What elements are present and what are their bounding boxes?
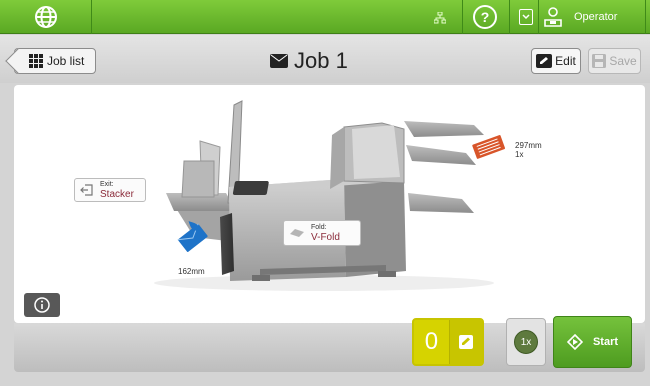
job-header: Job list Job 1 Edit Save bbox=[0, 35, 650, 83]
fold-label: Fold: bbox=[311, 223, 327, 231]
exit-label: Exit: bbox=[100, 180, 114, 188]
edit-button[interactable]: Edit bbox=[531, 48, 581, 74]
save-label: Save bbox=[609, 54, 637, 68]
job-list-button[interactable]: Job list bbox=[14, 48, 96, 74]
exit-stacker-tag[interactable]: Exit: Stacker bbox=[74, 178, 146, 202]
fold-value: V-Fold bbox=[311, 231, 340, 243]
globe-icon[interactable] bbox=[0, 0, 92, 34]
top-bar: ? Operator bbox=[0, 0, 650, 34]
feeder-top-size: 297mm bbox=[515, 141, 542, 150]
start-button[interactable]: Start bbox=[553, 316, 632, 368]
edit-icon bbox=[536, 54, 553, 68]
counter-reset-button[interactable] bbox=[448, 320, 482, 364]
counter-widget[interactable]: 0 bbox=[412, 318, 484, 366]
control-shelf bbox=[14, 323, 645, 372]
folding-machine-illustration[interactable] bbox=[14, 85, 645, 323]
machine-view-panel: Exit: Stacker Fold: V-Fold 297mm 1x 162m… bbox=[14, 85, 645, 323]
exit-icon bbox=[80, 184, 93, 196]
feeder-top-count: 1x bbox=[515, 150, 524, 159]
envelope-icon bbox=[270, 54, 288, 68]
start-label: Start bbox=[592, 336, 619, 348]
page-title: Job 1 bbox=[270, 48, 348, 74]
grid-icon bbox=[29, 54, 43, 68]
multiplier-button[interactable]: 1x bbox=[506, 318, 546, 366]
info-button[interactable] bbox=[24, 293, 60, 317]
save-icon bbox=[592, 54, 607, 68]
job-title: Job 1 bbox=[294, 48, 348, 73]
exit-value: Stacker bbox=[100, 188, 134, 200]
operator-label[interactable]: Operator bbox=[574, 11, 617, 23]
info-icon bbox=[34, 297, 50, 313]
counter-value: 0 bbox=[424, 328, 439, 355]
edit-icon bbox=[458, 335, 473, 349]
document-icon[interactable] bbox=[472, 135, 506, 159]
job-list-label: Job list bbox=[47, 54, 85, 68]
feeder-envelope-size: 162mm bbox=[178, 267, 205, 276]
help-icon[interactable]: ? bbox=[470, 3, 500, 31]
svg-text:?: ? bbox=[481, 9, 490, 25]
operator-icon[interactable] bbox=[542, 6, 564, 28]
edit-label: Edit bbox=[555, 54, 576, 68]
fold-icon bbox=[290, 229, 304, 237]
save-button[interactable]: Save bbox=[588, 48, 641, 74]
start-icon bbox=[566, 334, 583, 350]
chevron-down-icon[interactable] bbox=[519, 9, 533, 25]
fold-tag[interactable]: Fold: V-Fold bbox=[283, 220, 361, 246]
multiplier-value: 1x bbox=[514, 330, 538, 354]
network-icon bbox=[434, 12, 446, 24]
